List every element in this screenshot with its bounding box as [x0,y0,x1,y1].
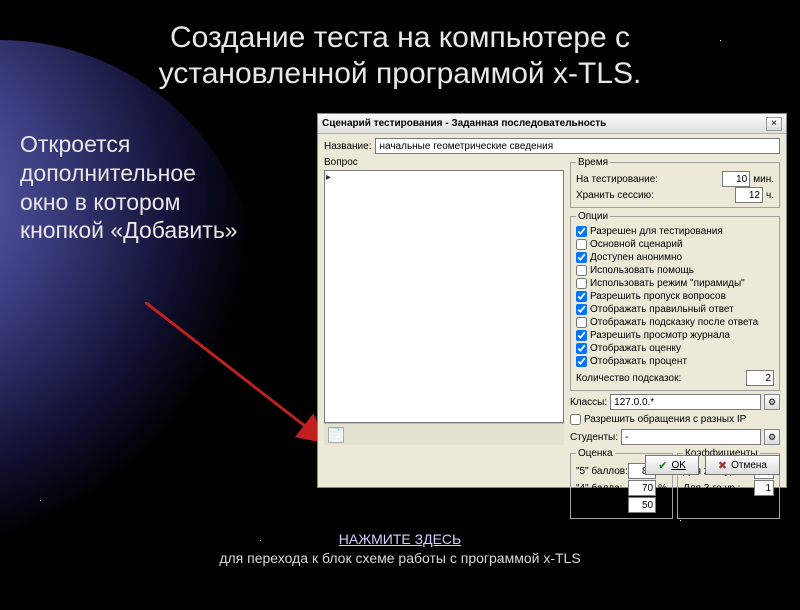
add-question-icon[interactable]: 📄 [328,427,344,443]
option-checkbox[interactable] [576,330,587,341]
option-row[interactable]: Использовать режим "пирамиды" [576,277,774,290]
option-checkbox[interactable] [576,304,587,315]
question-panel: Вопрос ▸ 📄 [324,157,564,445]
students-label: Студенты: [570,432,618,443]
footer-link[interactable]: НАЖМИТЕ ЗДЕСЬ [339,531,461,547]
grade-unit: % [658,500,667,511]
time-legend: Время [576,157,610,168]
footer: НАЖМИТЕ ЗДЕСЬ для перехода к блок схеме … [0,531,800,566]
option-checkbox[interactable] [576,226,587,237]
option-label: Отображать подсказку после ответа [590,316,758,329]
option-label: Отображать правильный ответ [590,303,734,316]
star [40,500,41,501]
page-title: Создание теста на компьютере с установле… [0,20,800,92]
option-label: Разрешен для тестирования [590,225,723,238]
ok-label: OK [671,460,685,471]
students-settings-icon[interactable]: ⚙ [764,429,780,445]
listbox-toolbar: 📄 [324,423,564,445]
option-label: Доступен анонимно [590,251,682,264]
option-label: Отображать процент [590,355,687,368]
options-list: Разрешен для тестированияОсновной сценар… [576,225,774,368]
option-row[interactable]: Основной сценарий [576,238,774,251]
grade-label: "3" балла: [576,500,623,511]
footer-sub: для перехода к блок схеме работы с прогр… [0,550,800,566]
grade-unit: % [658,483,667,494]
check-icon: ✔ [658,459,667,472]
time-store-label: Хранить сессию: [576,190,654,201]
option-label: Использовать режим "пирамиды" [590,277,745,290]
option-checkbox[interactable] [576,317,587,328]
option-checkbox[interactable] [576,343,587,354]
time-test-unit: мин. [753,174,774,185]
option-label: Отображать оценку [590,342,681,355]
option-row[interactable]: Отображать оценку [576,342,774,355]
option-row[interactable]: Доступен анонимно [576,251,774,264]
multi-ip-checkbox[interactable]: Разрешить обращения с разных IP [570,413,780,426]
time-store-input[interactable] [735,187,763,203]
grade-label: "4" балла: [576,483,623,494]
name-label: Название: [324,141,371,152]
option-checkbox[interactable] [576,278,587,289]
ok-button[interactable]: ✔ OK [645,455,699,475]
option-checkbox[interactable] [576,252,587,263]
name-input[interactable] [375,138,780,154]
star [680,520,681,521]
options-fieldset: Опции Разрешен для тестированияОсновной … [570,211,780,391]
time-store-unit: ч. [766,190,774,201]
option-row[interactable]: Разрешить пропуск вопросов [576,290,774,303]
side-description: Откроется дополнительное окно в котором … [20,130,245,245]
page-title-line1: Создание теста на компьютере с [0,20,800,56]
hints-input[interactable] [746,370,774,386]
multi-ip-input[interactable] [570,414,581,425]
grades-legend: Оценка [576,448,615,459]
students-input[interactable] [621,429,761,445]
option-checkbox[interactable] [576,265,587,276]
option-row[interactable]: Отображать подсказку после ответа [576,316,774,329]
scenario-dialog: Сценарий тестирования - Заданная последо… [317,113,787,488]
option-row[interactable]: Разрешить просмотр журнала [576,329,774,342]
question-listbox[interactable]: ▸ [324,170,564,423]
classes-label: Классы: [570,397,607,408]
grade-input[interactable] [628,480,656,496]
option-label: Разрешить пропуск вопросов [590,290,726,303]
classes-settings-icon[interactable]: ⚙ [764,394,780,410]
question-label: Вопрос [324,157,358,168]
cancel-button[interactable]: ✖ Отмена [705,455,780,475]
hints-label: Количество подсказок: [576,373,681,384]
time-fieldset: Время На тестирование: мин. Хранить сесс… [570,157,780,208]
classes-input[interactable] [610,394,761,410]
dialog-body: Название: Вопрос ▸ 📄 Время [318,134,786,449]
grade-row: "3" балла:% [576,497,667,513]
time-test-input[interactable] [722,171,750,187]
grade-input[interactable] [628,497,656,513]
row-marker-icon: ▸ [326,172,334,184]
option-label: Использовать помощь [590,264,694,277]
coeff-input[interactable] [754,480,774,496]
option-label: Основной сценарий [590,238,683,251]
option-row[interactable]: Отображать процент [576,355,774,368]
multi-ip-label: Разрешить обращения с разных IP [584,413,746,426]
coeff-label: Для 3-го ур.: [683,483,740,494]
page-title-line2: установленной программой x-TLS. [0,56,800,92]
option-row[interactable]: Отображать правильный ответ [576,303,774,316]
grade-label: "5" баллов: [576,466,628,477]
grade-row: "4" балла:% [576,480,667,496]
cross-icon: ✖ [718,459,727,472]
time-test-label: На тестирование: [576,174,658,185]
option-checkbox[interactable] [576,356,587,367]
option-checkbox[interactable] [576,291,587,302]
option-row[interactable]: Разрешен для тестирования [576,225,774,238]
dialog-title: Сценарий тестирования - Заданная последо… [322,118,606,129]
cancel-label: Отмена [731,460,767,471]
option-label: Разрешить просмотр журнала [590,329,730,342]
options-legend: Опции [576,211,610,222]
option-row[interactable]: Использовать помощь [576,264,774,277]
dialog-titlebar[interactable]: Сценарий тестирования - Заданная последо… [318,114,786,134]
close-button[interactable]: × [766,117,782,131]
option-checkbox[interactable] [576,239,587,250]
coeff-row: Для 3-го ур.: [683,480,774,496]
settings-panel: Время На тестирование: мин. Хранить сесс… [570,157,780,445]
